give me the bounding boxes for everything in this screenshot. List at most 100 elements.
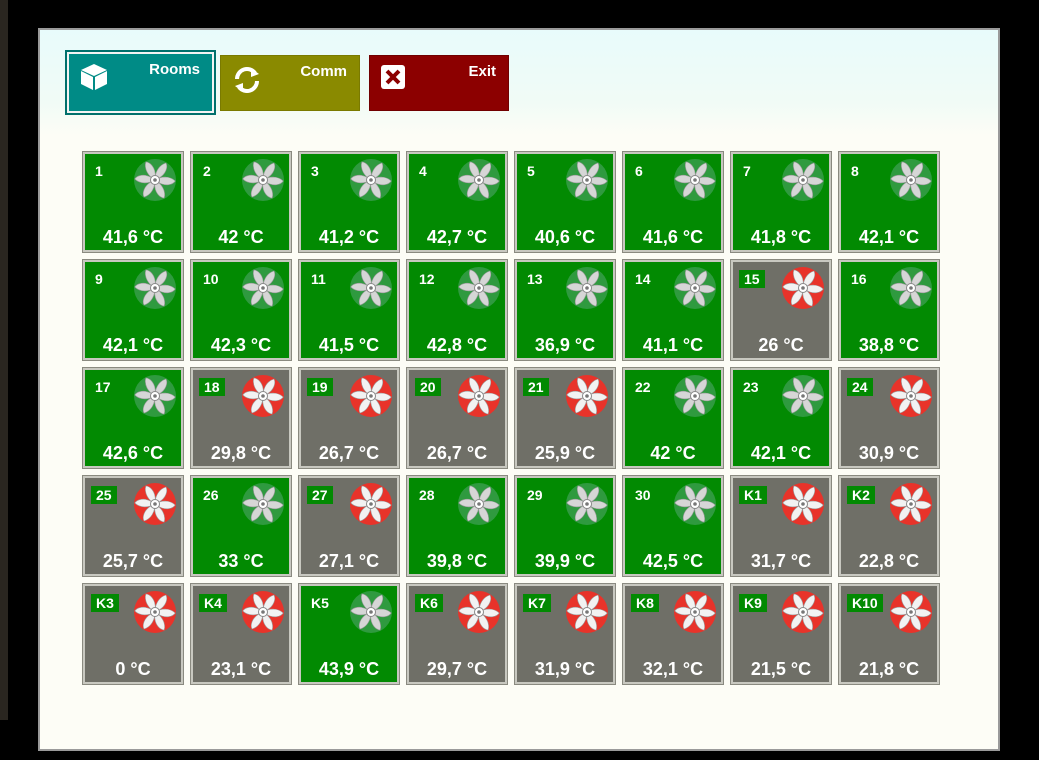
fan-on-icon [241, 266, 285, 310]
room-tile[interactable]: 5 40,6 °C [514, 151, 616, 253]
room-tile[interactable]: 7 41,8 °C [730, 151, 832, 253]
room-temperature: 42,8 °C [426, 335, 488, 355]
room-temperature: 31,9 °C [534, 659, 596, 679]
room-tile[interactable]: 16 38,8 °C [838, 259, 940, 361]
room-tile[interactable]: 27 27,1 °C [298, 475, 400, 577]
room-number: K6 [415, 594, 443, 612]
room-number: 3 [311, 163, 319, 179]
fan-off-icon [673, 590, 717, 634]
room-tile[interactable]: 6 41,6 °C [622, 151, 724, 253]
room-tile[interactable]: 11 41,5 °C [298, 259, 400, 361]
fan-on-icon [565, 266, 609, 310]
room-tile[interactable]: K6 29,7 °C [406, 583, 508, 685]
room-tile[interactable]: 20 26,7 °C [406, 367, 508, 469]
room-temperature: 41,1 °C [642, 335, 704, 355]
fan-on-icon [457, 266, 501, 310]
room-tile[interactable]: 14 41,1 °C [622, 259, 724, 361]
close-icon [380, 64, 406, 95]
room-temperature: 33 °C [218, 551, 264, 571]
room-temperature: 42,3 °C [210, 335, 272, 355]
fan-off-icon [133, 482, 177, 526]
room-number: 13 [527, 271, 543, 287]
room-temperature: 41,8 °C [750, 227, 812, 247]
room-temperature: 22,8 °C [858, 551, 920, 571]
room-tile[interactable]: K1 31,7 °C [730, 475, 832, 577]
room-tile[interactable]: 12 42,8 °C [406, 259, 508, 361]
comm-button-label: Comm [300, 63, 347, 80]
room-tile[interactable]: 24 30,9 °C [838, 367, 940, 469]
room-tile[interactable]: 9 42,1 °C [82, 259, 184, 361]
fan-on-icon [781, 374, 825, 418]
fan-on-icon [241, 158, 285, 202]
fan-off-icon [889, 482, 933, 526]
room-number: 8 [851, 163, 859, 179]
room-number: 9 [95, 271, 103, 287]
room-temperature: 32,1 °C [642, 659, 704, 679]
room-tile[interactable]: K10 21,8 °C [838, 583, 940, 685]
room-tile[interactable]: 15 26 °C [730, 259, 832, 361]
room-tile[interactable]: 26 33 °C [190, 475, 292, 577]
room-number: 17 [95, 379, 111, 395]
room-tile[interactable]: K2 22,8 °C [838, 475, 940, 577]
room-number: 23 [743, 379, 759, 395]
room-number: 24 [847, 378, 873, 396]
room-tile[interactable]: 25 25,7 °C [82, 475, 184, 577]
room-number: 22 [635, 379, 651, 395]
room-temperature: 27,1 °C [318, 551, 380, 571]
room-number: K4 [199, 594, 227, 612]
exit-button[interactable]: Exit [369, 55, 509, 111]
room-temperature: 25,7 °C [102, 551, 164, 571]
room-tile[interactable]: 17 42,6 °C [82, 367, 184, 469]
room-tile[interactable]: K8 32,1 °C [622, 583, 724, 685]
room-number: 26 [203, 487, 219, 503]
room-tile[interactable]: 2 42 °C [190, 151, 292, 253]
room-temperature: 21,8 °C [858, 659, 920, 679]
refresh-icon [231, 64, 263, 101]
room-temperature: 41,6 °C [102, 227, 164, 247]
room-tile[interactable]: 28 39,8 °C [406, 475, 508, 577]
room-tile[interactable]: 1 41,6 °C [82, 151, 184, 253]
room-tile[interactable]: 10 42,3 °C [190, 259, 292, 361]
room-tile[interactable]: K4 23,1 °C [190, 583, 292, 685]
room-tile[interactable]: 8 42,1 °C [838, 151, 940, 253]
room-number: K3 [91, 594, 119, 612]
room-tile[interactable]: K7 31,9 °C [514, 583, 616, 685]
room-number: K9 [739, 594, 767, 612]
room-temperature: 31,7 °C [750, 551, 812, 571]
room-temperature: 30,9 °C [858, 443, 920, 463]
room-tile[interactable]: 23 42,1 °C [730, 367, 832, 469]
toolbar: Rooms Comm Exit [40, 30, 998, 135]
room-temperature: 25,9 °C [534, 443, 596, 463]
room-temperature: 42,6 °C [102, 443, 164, 463]
room-tile[interactable]: 13 36,9 °C [514, 259, 616, 361]
fan-off-icon [133, 590, 177, 634]
fan-off-icon [781, 590, 825, 634]
fan-off-icon [565, 590, 609, 634]
fan-off-icon [781, 482, 825, 526]
room-tile[interactable]: K5 43,9 °C [298, 583, 400, 685]
room-temperature: 42,1 °C [102, 335, 164, 355]
fan-off-icon [349, 482, 393, 526]
room-temperature: 43,9 °C [318, 659, 380, 679]
fan-on-icon [781, 158, 825, 202]
room-number: 30 [635, 487, 651, 503]
room-tile[interactable]: 18 29,8 °C [190, 367, 292, 469]
fan-off-icon [781, 266, 825, 310]
room-tile[interactable]: 30 42,5 °C [622, 475, 724, 577]
room-number: K10 [847, 594, 883, 612]
room-tile[interactable]: 22 42 °C [622, 367, 724, 469]
room-tile[interactable]: 4 42,7 °C [406, 151, 508, 253]
room-tile[interactable]: K3 0 °C [82, 583, 184, 685]
room-tile[interactable]: 21 25,9 °C [514, 367, 616, 469]
room-temperature: 26,7 °C [426, 443, 488, 463]
room-tile[interactable]: 3 41,2 °C [298, 151, 400, 253]
room-temperature: 42,5 °C [642, 551, 704, 571]
room-temperature: 42 °C [218, 227, 264, 247]
room-number: 6 [635, 163, 643, 179]
rooms-button[interactable]: Rooms [65, 50, 216, 115]
comm-button[interactable]: Comm [220, 55, 360, 111]
room-tile[interactable]: K9 21,5 °C [730, 583, 832, 685]
room-tile[interactable]: 19 26,7 °C [298, 367, 400, 469]
room-tile[interactable]: 29 39,9 °C [514, 475, 616, 577]
fan-on-icon [457, 158, 501, 202]
